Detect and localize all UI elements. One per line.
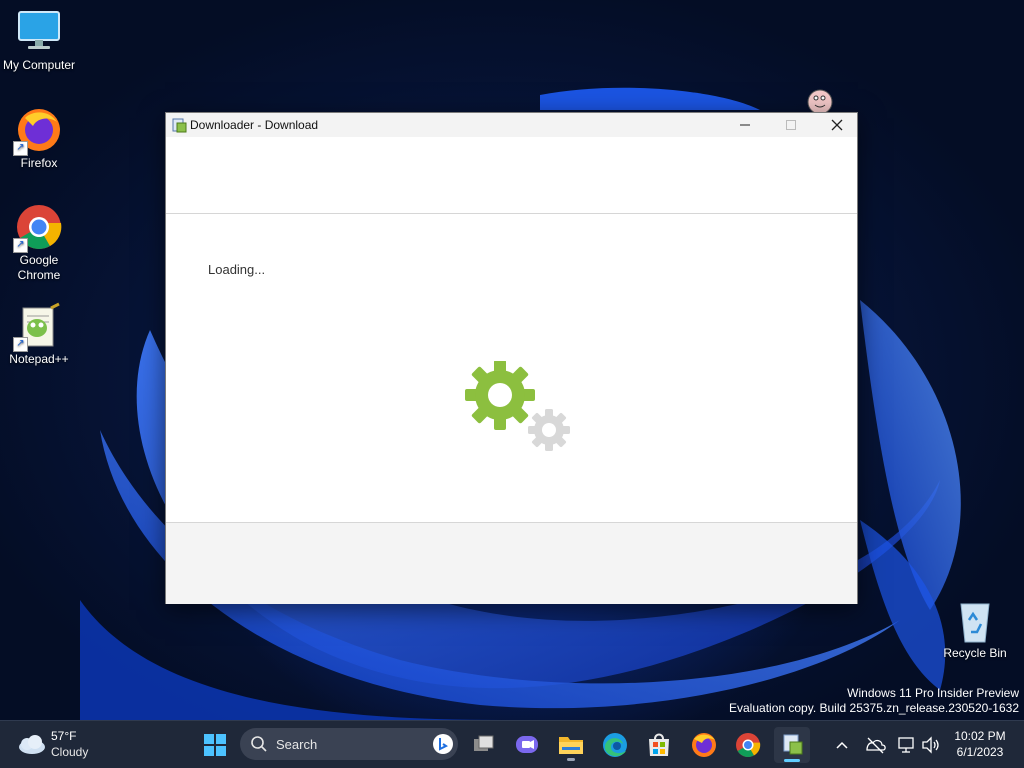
- maximize-icon: [786, 120, 796, 130]
- downloader-icon: [783, 734, 803, 755]
- task-view-button[interactable]: [466, 727, 502, 763]
- clock-time: 10:02 PM: [954, 729, 1006, 743]
- notepadpp-icon: ↗: [13, 302, 63, 352]
- taskbar: 57°F Cloudy Search 10:02 PM 6/1/2023: [0, 720, 1024, 768]
- desktop-icon-label: Recycle Bin: [943, 646, 1007, 660]
- desktop-icon-label: Notepad++: [9, 352, 69, 366]
- desktop-icon-google-chrome[interactable]: ↗ Google Chrome: [0, 203, 78, 283]
- onedrive-offline-icon[interactable]: [864, 735, 886, 755]
- taskbar-clock[interactable]: 10:02 PM 6/1/2023: [942, 728, 1018, 760]
- recycle-bin-icon: [951, 596, 999, 644]
- chrome-icon: [736, 733, 761, 758]
- search-placeholder: Search: [276, 737, 318, 752]
- desktop-icon-firefox[interactable]: ↗ Firefox: [0, 106, 78, 171]
- volume-icon[interactable]: [921, 735, 941, 755]
- desktop-icon-recycle-bin[interactable]: Recycle Bin: [936, 596, 1014, 661]
- loading-label: Loading...: [208, 262, 266, 277]
- downloader-window: Downloader - Download Loading...: [165, 112, 858, 604]
- close-icon: [831, 119, 843, 131]
- file-explorer-button[interactable]: [553, 727, 589, 763]
- desktop-icon-label: My Computer: [2, 58, 76, 72]
- clock-date: 6/1/2023: [956, 745, 1004, 759]
- cloud-icon: [19, 735, 45, 754]
- start-icon: [204, 734, 226, 756]
- maximize-button[interactable]: [768, 113, 814, 137]
- bing-icon[interactable]: [432, 733, 454, 755]
- downloader-app-icon: [172, 118, 187, 133]
- watermark-edition: Windows 11 Pro Insider Preview: [847, 686, 1019, 700]
- running-indicator: [567, 758, 575, 761]
- start-button[interactable]: [197, 727, 233, 763]
- store-icon: [649, 733, 669, 756]
- taskbar-search-box[interactable]: Search: [240, 728, 458, 760]
- window-header-area: [166, 137, 857, 214]
- minimize-button[interactable]: [722, 113, 768, 137]
- weather-condition: Cloudy: [51, 745, 89, 759]
- window-title: Downloader - Download: [190, 118, 319, 132]
- firefox-icon: [692, 733, 716, 757]
- desktop-icon-notepadpp[interactable]: ↗ Notepad++: [0, 302, 78, 367]
- windows-watermark: Windows 11 Pro Insider Preview Evaluatio…: [729, 686, 1019, 716]
- teams-chat-icon: [516, 736, 538, 753]
- watermark-build: Evaluation copy. Build 25375.zn_release.…: [729, 701, 1019, 715]
- chrome-taskbar-button[interactable]: [730, 727, 766, 763]
- task-view-icon: [474, 735, 494, 751]
- edge-button[interactable]: [597, 727, 633, 763]
- chevron-up-icon[interactable]: [834, 737, 850, 753]
- monitor-icon: [15, 8, 63, 56]
- shortcut-arrow-icon: ↗: [13, 141, 28, 156]
- title-bar[interactable]: Downloader - Download: [166, 113, 857, 137]
- desktop-icon-label: Firefox: [20, 156, 58, 170]
- desktop-icon-my-computer[interactable]: My Computer: [0, 8, 78, 73]
- microsoft-store-button[interactable]: [641, 727, 677, 763]
- weather-widget[interactable]: 57°F Cloudy: [14, 727, 124, 763]
- edge-icon: [603, 733, 627, 757]
- firefox-taskbar-button[interactable]: [686, 727, 722, 763]
- loading-gears-icon: [465, 361, 570, 451]
- network-icon[interactable]: [897, 735, 917, 755]
- firefox-icon: ↗: [13, 106, 63, 156]
- teams-chat-button[interactable]: [509, 727, 545, 763]
- active-indicator: [784, 759, 800, 762]
- minimize-icon: [740, 124, 750, 126]
- weather-temperature: 57°F: [51, 729, 77, 743]
- downloader-taskbar-button[interactable]: [774, 727, 810, 763]
- chrome-icon: ↗: [13, 203, 63, 253]
- close-button[interactable]: [814, 113, 860, 137]
- shortcut-arrow-icon: ↗: [13, 337, 28, 352]
- search-icon: [251, 736, 267, 752]
- window-footer-area: [166, 522, 857, 604]
- desktop-icon-label: Google Chrome: [17, 253, 61, 282]
- shortcut-arrow-icon: ↗: [13, 238, 28, 253]
